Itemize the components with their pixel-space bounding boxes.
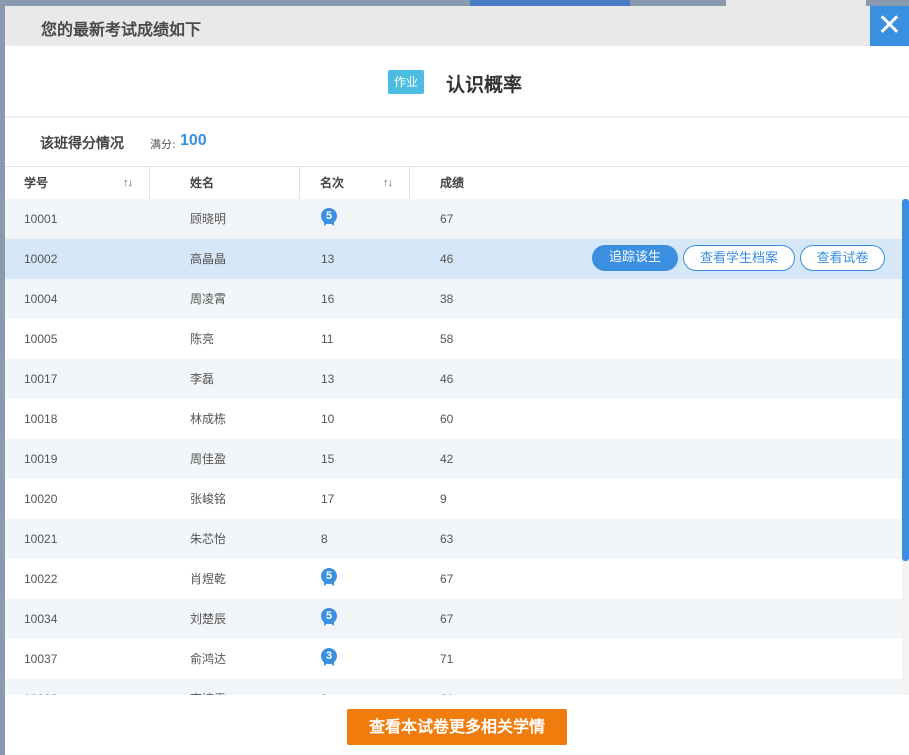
- student-id: 10022: [24, 572, 58, 586]
- rank-value: 13: [321, 252, 335, 266]
- student-id: 10021: [24, 532, 58, 546]
- student-name: 高晶晶: [190, 252, 227, 266]
- medal-ribbon: [324, 582, 334, 586]
- student-id: 10005: [24, 332, 58, 346]
- summary-label: 该班得分情况: [40, 136, 124, 152]
- rank-value: 15: [321, 452, 335, 466]
- modal-title: 您的最新考试成绩如下: [41, 20, 202, 39]
- rank-medal-icon: 5: [321, 208, 337, 232]
- column-header-name: 姓名: [190, 176, 215, 190]
- rank-medal-icon: 5: [321, 568, 337, 592]
- student-name: 肖煜乾: [190, 572, 227, 586]
- score-value: 38: [440, 292, 454, 306]
- table-row[interactable]: 10002 高晶晶 13 46 追踪该生 查看学生档案 查看试卷: [5, 239, 902, 279]
- exam-type-badge: 作业: [388, 70, 424, 94]
- student-id: 10020: [24, 492, 58, 506]
- student-id: 10002: [24, 252, 58, 266]
- score-value: 46: [440, 252, 454, 266]
- view-paper-button[interactable]: 查看试卷: [800, 245, 885, 271]
- student-id: 10004: [24, 292, 58, 306]
- rank-value: 17: [321, 492, 335, 506]
- student-id: 10037: [24, 652, 58, 666]
- student-id: 10019: [24, 452, 58, 466]
- student-name: 朱芯怡: [190, 532, 227, 546]
- modal-footer: 查看本试卷更多相关学情: [5, 695, 909, 755]
- column-divider: [149, 167, 150, 199]
- full-score-value: 100: [180, 132, 207, 149]
- student-id: 10017: [24, 372, 58, 386]
- rank-value: 9: [321, 679, 328, 695]
- table-row[interactable]: 10037 俞鸿达 3 71: [5, 639, 902, 679]
- table-row[interactable]: 10005 陈亮 11 58: [5, 319, 902, 359]
- student-name: 俞鸿达: [190, 652, 227, 666]
- student-id: 10001: [24, 212, 58, 226]
- student-name: 陈亮: [190, 332, 215, 346]
- score-value: 67: [440, 572, 454, 586]
- table-row[interactable]: 10017 李磊 13 46: [5, 359, 902, 399]
- rank-value: 11: [321, 332, 334, 346]
- table-row[interactable]: 10021 朱芯怡 8 63: [5, 519, 902, 559]
- score-value: 9: [440, 492, 447, 506]
- student-name: 李婉霖: [190, 679, 226, 695]
- modal-header: 您的最新考试成绩如下: [5, 6, 871, 46]
- more-insights-button[interactable]: 查看本试卷更多相关学情: [347, 709, 567, 745]
- sort-rank-icon[interactable]: ↑↓: [383, 167, 393, 199]
- column-header-id: 学号: [24, 176, 49, 190]
- score-table-body: 10001 顾晓明 5 67 10002 高晶晶 13 46 追踪该生 查看学生档案 查看试卷 100…: [5, 199, 902, 695]
- column-divider: [409, 167, 410, 199]
- rank-medal-icon: 5: [321, 608, 337, 632]
- student-id: 10034: [24, 612, 58, 626]
- table-row[interactable]: 10019 周佳盈 15 42: [5, 439, 902, 479]
- table-row[interactable]: 10020 张峻铭 17 9: [5, 479, 902, 519]
- table-row[interactable]: 10001 顾晓明 5 67: [5, 199, 902, 239]
- table-row[interactable]: 10034 刘楚辰 5 67: [5, 599, 902, 639]
- close-icon[interactable]: ✕: [870, 6, 909, 46]
- medal-ribbon: [324, 222, 334, 226]
- score-value: 67: [440, 212, 454, 226]
- rank-medal-icon: 3: [321, 648, 337, 672]
- score-value: 67: [440, 612, 454, 626]
- score-value: 46: [440, 372, 454, 386]
- medal-ribbon: [324, 622, 334, 626]
- score-value: 63: [440, 532, 454, 546]
- view-profile-button[interactable]: 查看学生档案: [683, 245, 795, 271]
- student-name: 李磊: [190, 372, 215, 386]
- column-header-rank: 名次: [320, 176, 345, 190]
- score-value: 60: [440, 412, 454, 426]
- score-value: 61: [440, 679, 453, 695]
- exam-header: 作业 认识概率: [5, 46, 909, 118]
- exam-title: 认识概率: [446, 74, 523, 96]
- rank-value: 8: [321, 532, 328, 546]
- table-row[interactable]: 10038 李婉霖 9 61: [5, 679, 902, 695]
- table-row[interactable]: 10004 周凌霄 16 38: [5, 279, 902, 319]
- full-score-label: 满分:: [150, 138, 176, 151]
- table-row[interactable]: 10022 肖煜乾 5 67: [5, 559, 902, 599]
- score-value: 58: [440, 332, 454, 346]
- student-name: 周凌霄: [190, 292, 227, 306]
- student-id: 10018: [24, 412, 58, 426]
- column-divider: [299, 167, 300, 199]
- student-name: 顾晓明: [190, 212, 227, 226]
- table-row[interactable]: 10018 林成栋 10 60: [5, 399, 902, 439]
- student-id: 10038: [24, 679, 57, 695]
- score-modal: 您的最新考试成绩如下 ✕ 作业 认识概率 该班得分情况 满分: 100 学号 ↑…: [5, 6, 909, 755]
- student-name: 周佳盈: [190, 452, 227, 466]
- student-name: 张峻铭: [190, 492, 227, 506]
- student-name: 林成栋: [190, 412, 227, 426]
- table-header: 学号 ↑↓ 姓名 名次 ↑↓ 成绩: [5, 167, 909, 200]
- track-student-button[interactable]: 追踪该生: [592, 245, 678, 271]
- scrollbar-thumb[interactable]: [902, 199, 909, 561]
- rank-value: 16: [321, 292, 335, 306]
- rank-value: 13: [321, 372, 335, 386]
- score-value: 42: [440, 452, 454, 466]
- score-value: 71: [440, 652, 454, 666]
- medal-ribbon: [324, 662, 334, 666]
- column-header-score: 成绩: [440, 176, 465, 190]
- scrollbar[interactable]: [902, 199, 909, 695]
- rank-value: 10: [321, 412, 335, 426]
- student-name: 刘楚辰: [190, 612, 227, 626]
- sort-id-icon[interactable]: ↑↓: [123, 167, 133, 199]
- class-summary: 该班得分情况 满分: 100: [5, 118, 909, 167]
